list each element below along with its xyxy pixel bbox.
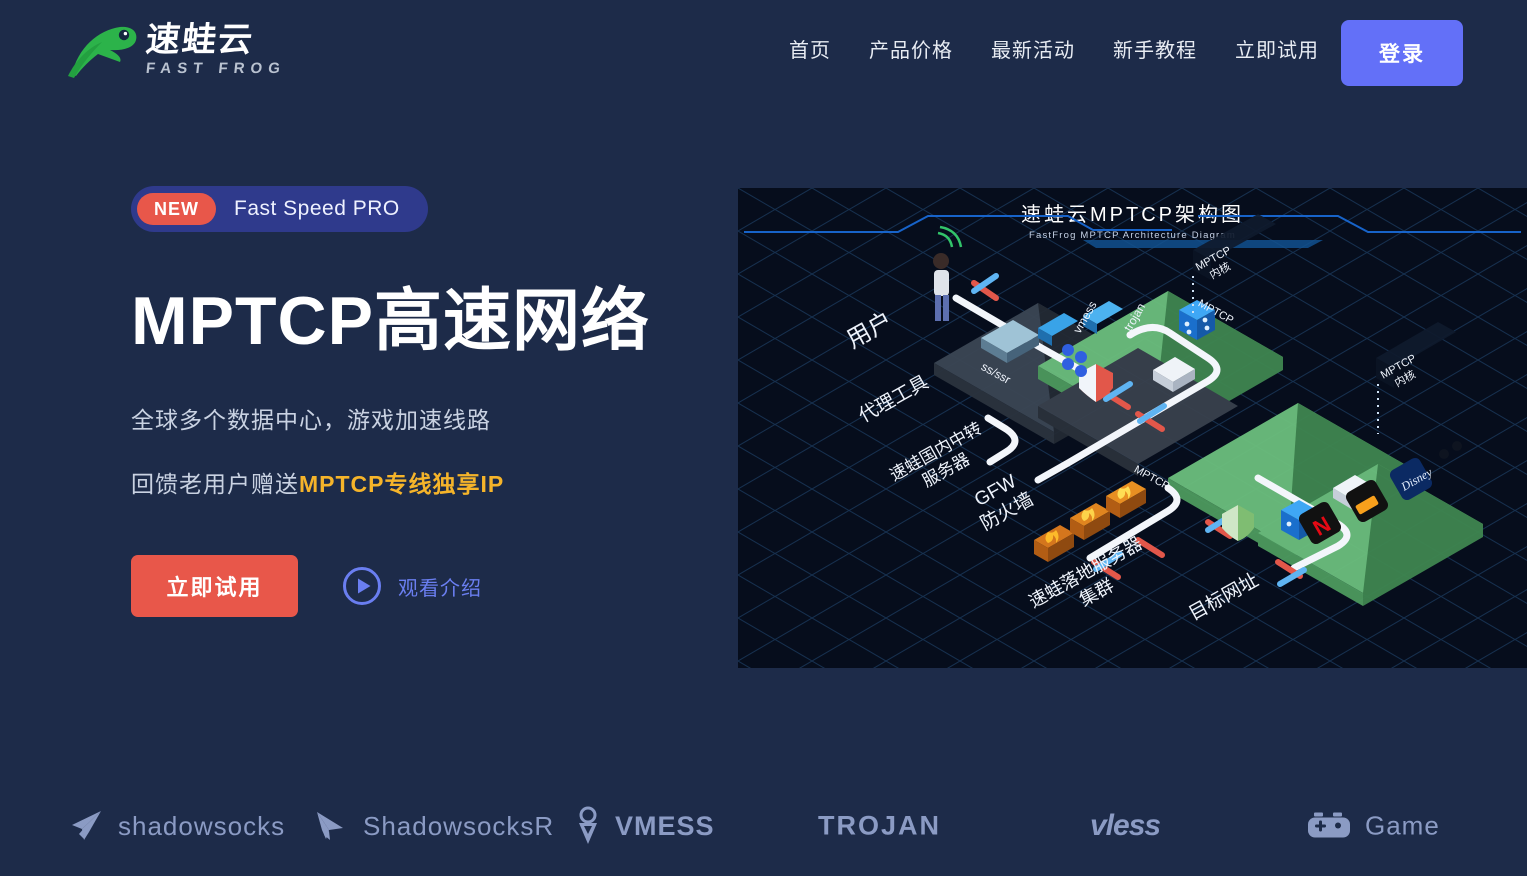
try-now-button[interactable]: 立即试用 [131, 555, 298, 618]
login-button[interactable]: 登录 [1341, 20, 1463, 86]
cta-row: 立即试用 观看介绍 [131, 555, 731, 618]
site-header: 速蛙云 FAST FROG 首页 产品价格 最新活动 新手教程 立即试用 登录 [0, 0, 1527, 105]
pro-badge-label: Fast Speed PRO [234, 197, 400, 220]
play-circle-icon [342, 566, 382, 606]
protocol-game[interactable]: Game [1307, 811, 1440, 842]
protocol-trojan[interactable]: TROJAN [818, 811, 941, 842]
protocol-label: ShadowsocksR [363, 810, 555, 841]
nav-item-home[interactable]: 首页 [789, 34, 831, 63]
gamepad-icon [1307, 811, 1351, 841]
protocol-label: Game [1365, 810, 1440, 841]
page-title: MPTCP高速网络 [131, 283, 651, 359]
protocol-shadowsocksr[interactable]: ShadowsocksR [313, 808, 554, 844]
nav-item-tutorial[interactable]: 新手教程 [1113, 34, 1197, 63]
paper-plane-icon [68, 808, 104, 844]
v-pin-icon [575, 806, 601, 846]
firewall-icons [1034, 481, 1146, 562]
watch-intro-button[interactable]: 观看介绍 [342, 566, 482, 606]
watch-intro-label: 观看介绍 [398, 577, 482, 600]
protocol-label: shadowsocks [118, 810, 286, 841]
protocol-vmess[interactable]: VMESS [575, 806, 715, 846]
diagram-illustration: N Disney [933, 214, 1483, 606]
supported-protocols: shadowsocks ShadowsocksR VMESS TROJAN vl… [0, 786, 1527, 866]
frog-icon [62, 18, 140, 80]
pro-badge[interactable]: NEW Fast Speed PRO [131, 186, 428, 232]
user-figure [933, 225, 963, 321]
brand-name-en: FAST FROG [145, 59, 287, 77]
paper-plane-filled-icon [313, 808, 349, 844]
hero-subtitle-2-accent: MPTCP专线独享IP [299, 471, 505, 498]
protocol-label: vless [1090, 809, 1161, 842]
nav-item-promotions[interactable]: 最新活动 [991, 34, 1075, 63]
nav-item-pricing[interactable]: 产品价格 [869, 34, 953, 63]
hero-subtitle-1: 全球多个数据中心，游戏加速线路 [131, 407, 491, 434]
brand-logo[interactable]: 速蛙云 FAST FROG [62, 18, 287, 80]
architecture-diagram[interactable]: 速蛙云MPTCP架构图 FastFrog MPTCP Architecture … [738, 188, 1527, 668]
nav-item-trial[interactable]: 立即试用 [1235, 34, 1319, 63]
hero-subtitle-2-prefix: 回馈老用户赠送 [131, 471, 299, 498]
hero-subtitle-2: 回馈老用户赠送MPTCP专线独享IP [131, 465, 731, 499]
brand-name-cn: 速蛙云 [144, 20, 256, 59]
landing-page: 速蛙云 FAST FROG 首页 产品价格 最新活动 新手教程 立即试用 登录 … [0, 0, 1527, 876]
protocol-label: VMESS [615, 810, 715, 841]
main-nav: 首页 产品价格 最新活动 新手教程 立即试用 [789, 34, 1319, 63]
new-tag: NEW [137, 193, 216, 225]
protocol-shadowsocks[interactable]: shadowsocks [68, 808, 285, 844]
hero-section: NEW Fast Speed PRO MPTCP高速网络 全球多个数据中心，游戏… [131, 186, 731, 618]
protocol-label: TROJAN [818, 810, 942, 841]
protocol-vless[interactable]: vless [1090, 809, 1161, 843]
mptcp-kernel-tags [1192, 214, 1456, 434]
